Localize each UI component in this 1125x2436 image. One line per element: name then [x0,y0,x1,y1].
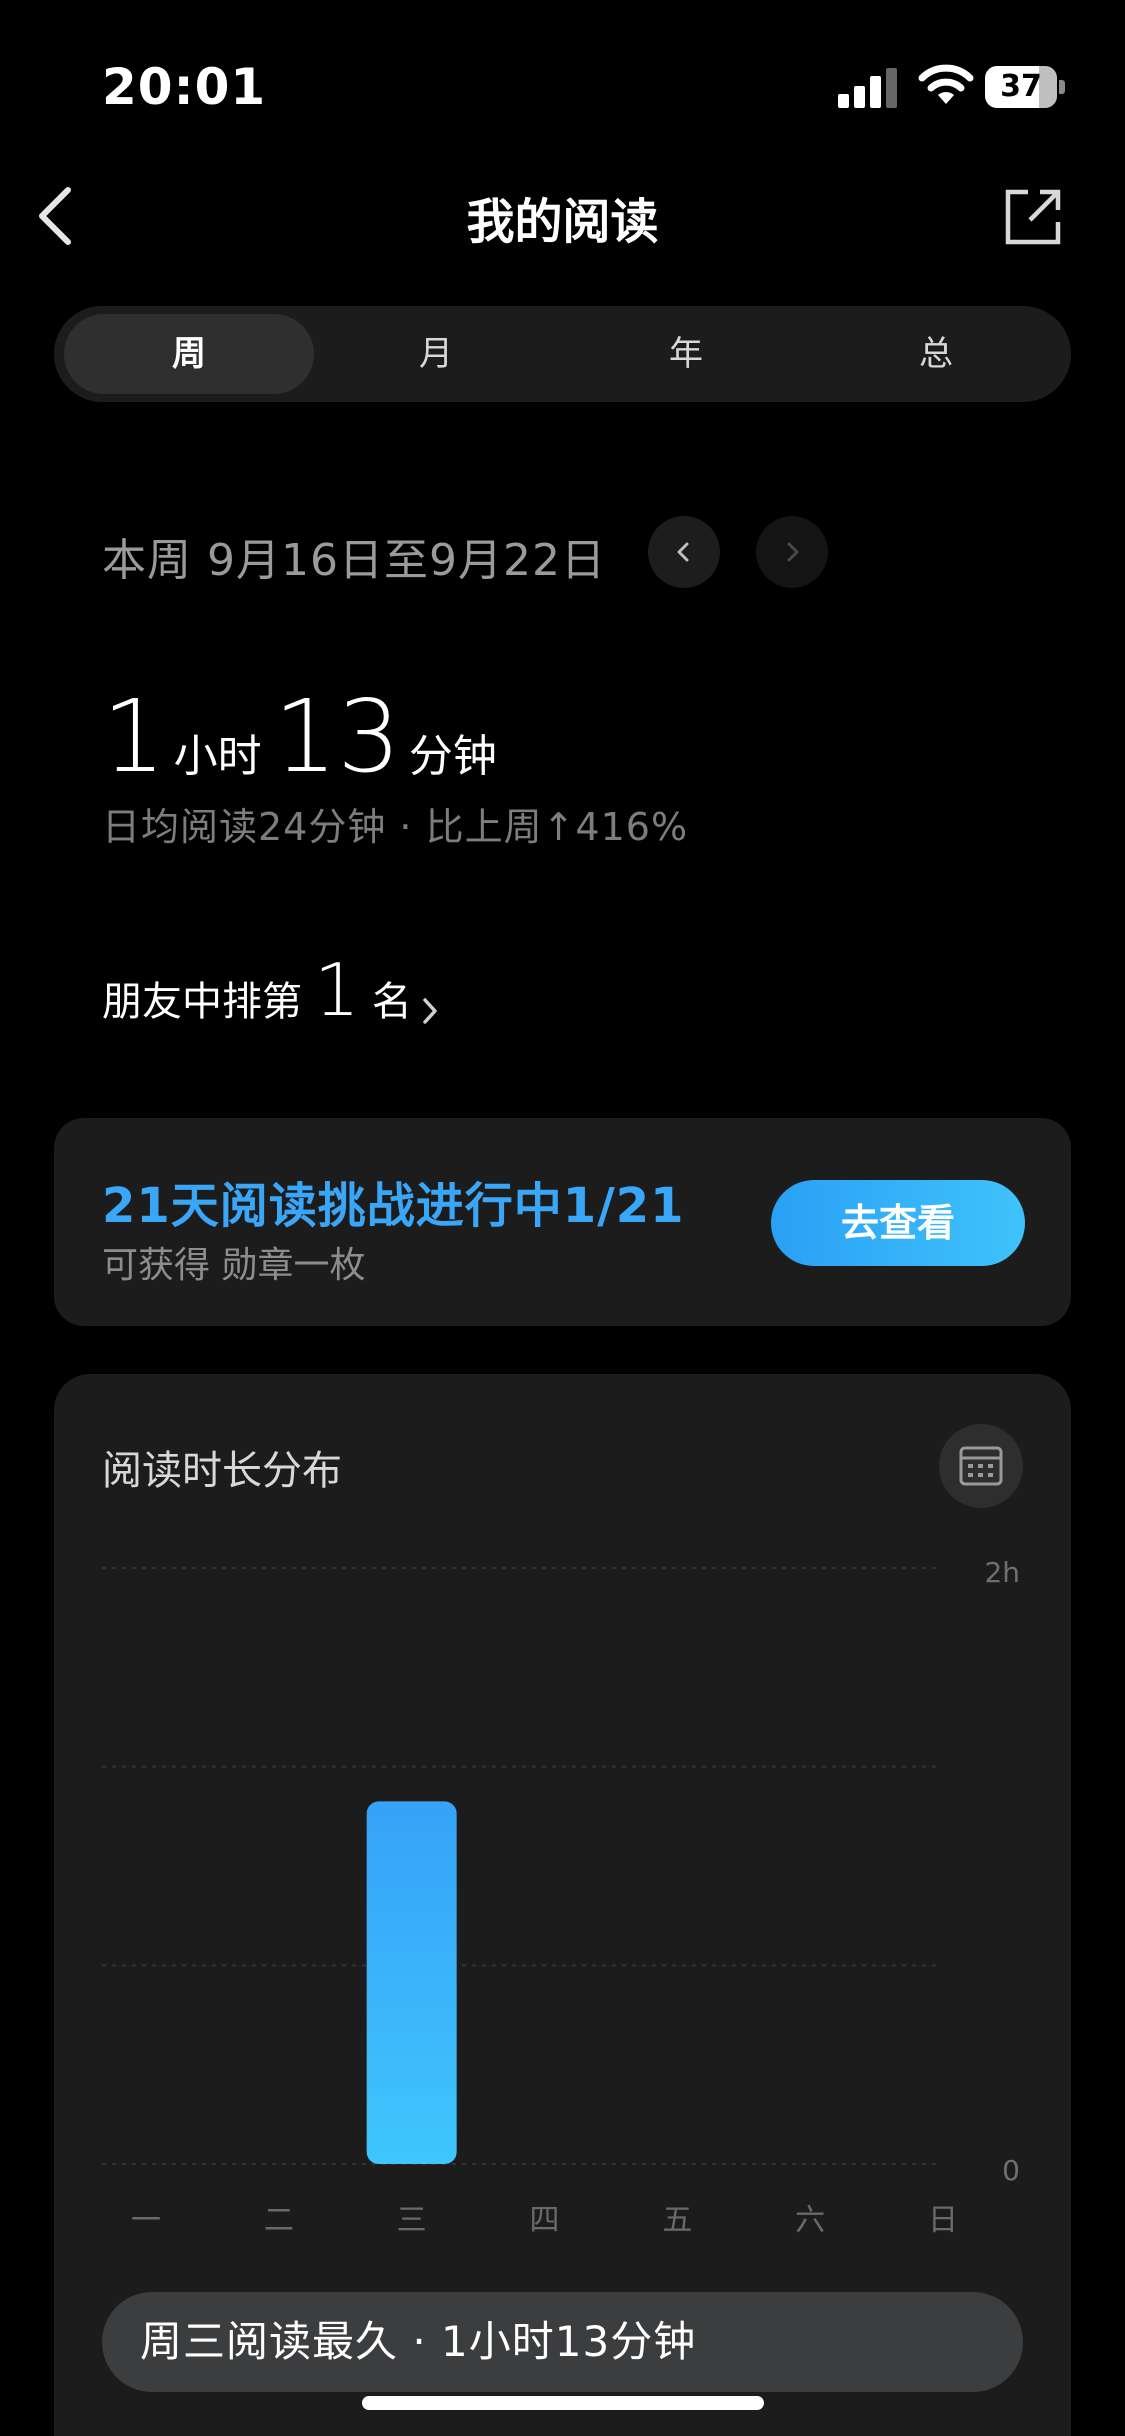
reading-challenge-card: 21天阅读挑战进行中1/21 可获得 勋章一枚 去查看 [54,1118,1071,1326]
minutes-unit: 分钟 [408,731,497,782]
hours-unit: 小时 [173,731,262,782]
x-tick-label: 四 [530,2203,560,2238]
chart-bar[interactable] [366,1801,457,2164]
cellular-signal-icon [838,66,898,108]
x-tick-label: 日 [928,2203,958,2238]
battery-level: 37 [1000,69,1042,104]
tab-week[interactable]: 周 [64,314,314,394]
view-challenge-button[interactable]: 去查看 [771,1180,1025,1266]
period-tabs: 周 月 年 总 [54,306,1071,402]
tab-total[interactable]: 总 [811,314,1061,394]
next-week-button[interactable] [756,516,828,588]
wifi-icon [918,64,974,104]
total-reading-time: 1 小时 13 分钟 [102,678,509,798]
total-hours: 1 [102,678,166,795]
challenge-subtitle: 可获得 勋章一枚 [102,1245,366,1286]
chevron-right-icon [787,542,799,562]
challenge-title: 21天阅读挑战进行中1/21 [102,1178,685,1234]
share-out-icon[interactable] [1000,184,1066,250]
previous-week-button[interactable] [648,516,720,588]
x-tick-label: 一 [131,2203,161,2238]
x-tick-label: 六 [795,2203,825,2238]
status-bar: 20:01 37 [0,0,1125,130]
tab-month[interactable]: 月 [311,314,561,394]
summary-pill: 周三阅读最久 · 1小时13分钟 [102,2292,1023,2392]
rank-suffix: 名 [371,979,412,1025]
y-tick-label: 2h [984,1556,1020,1589]
chevron-right-icon [423,997,437,1024]
rank-number: 1 [314,948,360,1032]
reading-distribution-card: 阅读时长分布 一二三四五六日 0 2h 周三阅读最久 · 1小时13分钟 [54,1374,1071,2436]
chevron-left-icon [677,542,689,562]
home-indicator [362,2396,764,2410]
total-minutes: 13 [273,678,401,795]
x-tick-label: 二 [264,2203,294,2238]
week-range: 本周 9月16日至9月22日 [102,535,606,586]
x-tick-label: 五 [662,2203,692,2238]
x-tick-label: 三 [397,2203,427,2238]
battery-icon: 37 [985,66,1065,108]
summary-text: 周三阅读最久 · 1小时13分钟 [140,2317,697,2366]
rank-prefix: 朋友中排第 [102,979,302,1025]
friends-rank-link[interactable]: 朋友中排第 1 名 [102,948,443,1032]
reading-duration-chart: 一 二 三 四 五 六 日 0 2h [102,1556,1020,2238]
status-time: 20:01 [102,58,267,116]
page-title: 我的阅读 [466,194,659,250]
daily-average: 日均阅读24分钟 · 比上周↑416% [102,805,689,849]
y-tick-label: 0 [1002,2154,1020,2187]
tab-year[interactable]: 年 [561,314,811,394]
